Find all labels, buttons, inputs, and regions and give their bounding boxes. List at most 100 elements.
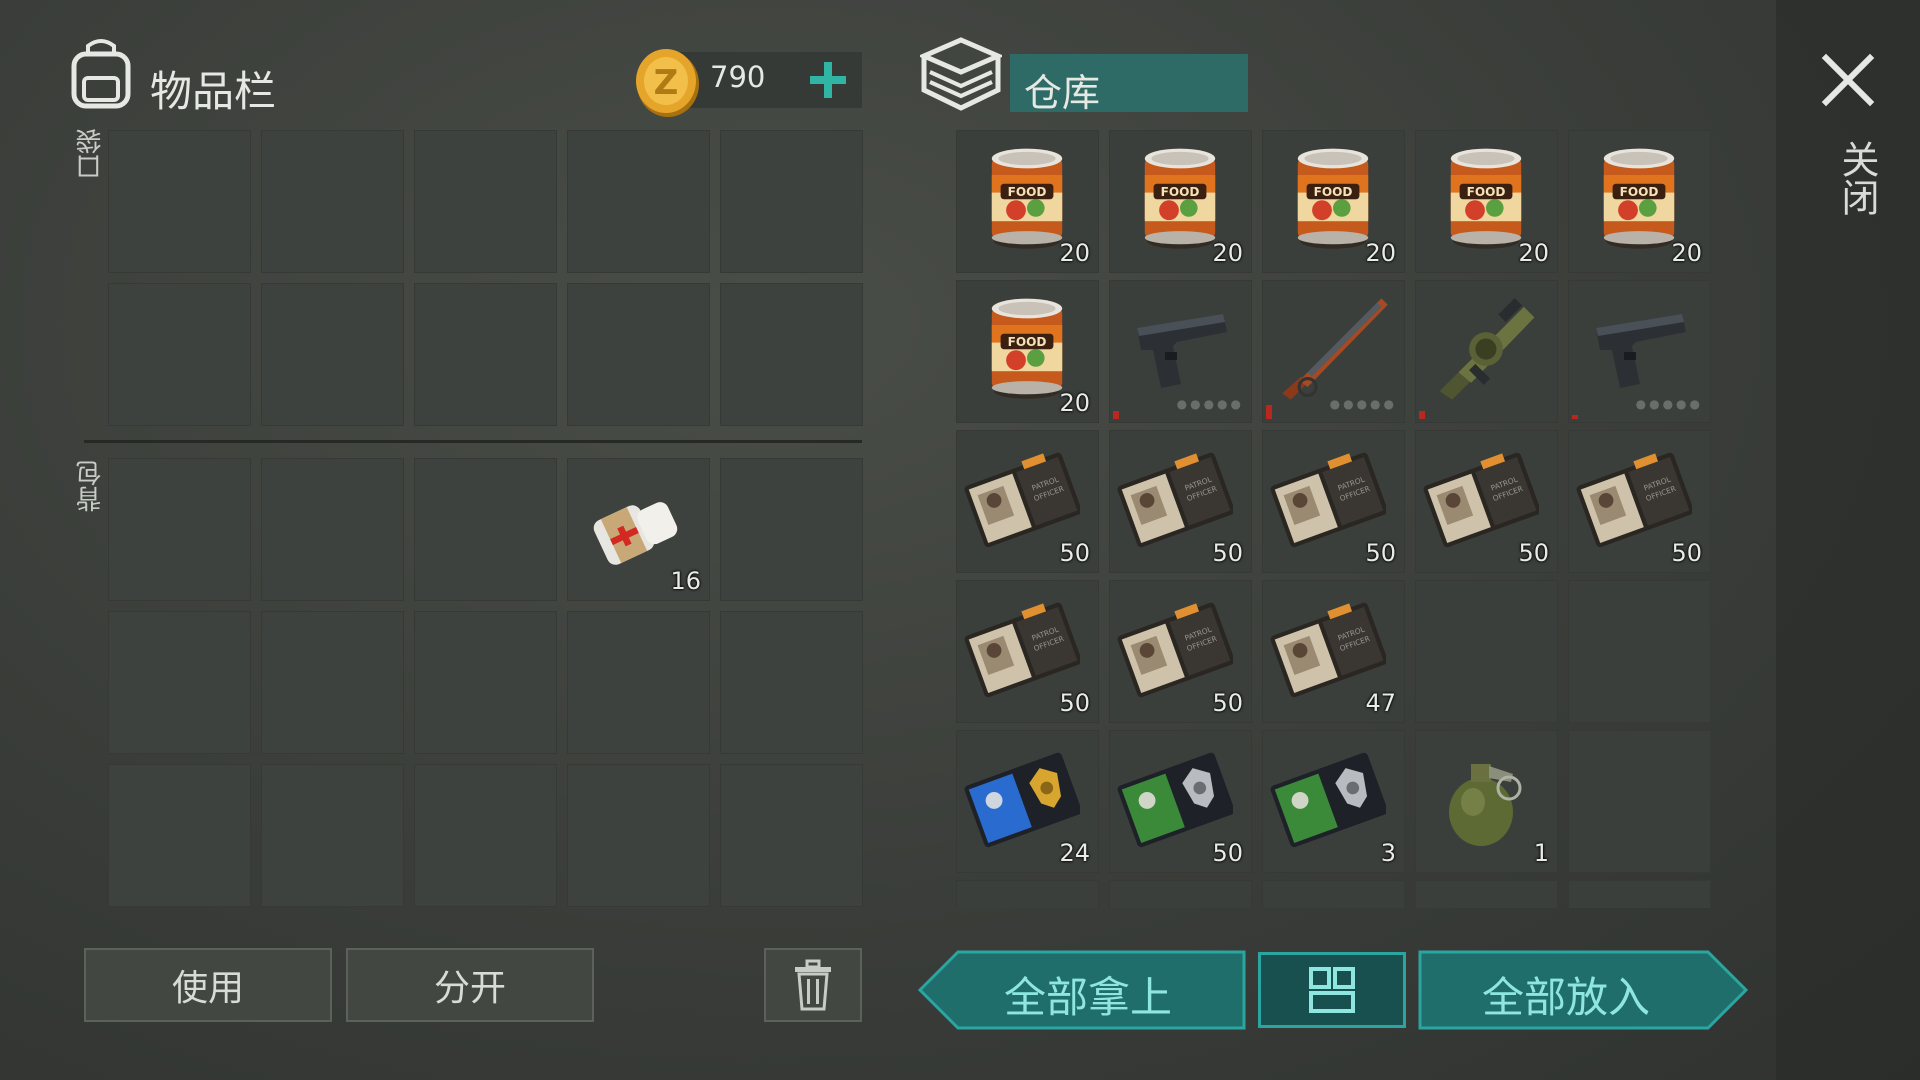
grenade-launcher-icon [1429,290,1545,406]
backpack-slot[interactable] [567,611,710,754]
storage-slot[interactable]: 50 [956,430,1099,573]
storage-slot[interactable]: 20 [956,130,1099,273]
patrol-officer-id-icon [1576,444,1692,550]
close-label[interactable]: 关闭 [1830,140,1885,216]
backpack-slot[interactable] [414,611,557,754]
storage-slot[interactable] [1415,280,1558,423]
canned-food-icon [1135,142,1225,252]
storage-slot[interactable]: 20 [1262,130,1405,273]
patrol-officer-id-icon [964,444,1080,550]
pocket-slot[interactable] [567,130,710,273]
item-quantity: 3 [1380,839,1396,867]
pocket-slot[interactable] [414,283,557,426]
durability-bar [1113,411,1119,419]
storage-slot[interactable]: 50 [1109,430,1252,573]
attachment-dots: ●●●●● [1329,397,1397,411]
storage-slot[interactable]: 20 [1109,130,1252,273]
take-all-label: 全部拿上 [1004,973,1173,1022]
trash-button[interactable] [764,948,862,1022]
storage-slot[interactable]: 47 [1262,580,1405,723]
use-button[interactable]: 使用 [84,948,332,1022]
storage-slot[interactable]: 20 [1568,130,1711,273]
take-all-button[interactable]: 全部拿上 [918,950,1246,1030]
storage-slot[interactable] [1568,730,1711,873]
patrol-officer-id-icon [1423,444,1539,550]
backpack-slot[interactable] [108,611,251,754]
storage-slot[interactable]: ●●●●● [1262,280,1405,423]
canned-food-icon [1594,142,1684,252]
trash-icon [795,959,831,1011]
storage-slot[interactable]: 20 [1415,130,1558,273]
item-quantity: 50 [1059,689,1090,717]
pocket-slot[interactable] [261,130,404,273]
storage-slot[interactable]: 50 [1109,580,1252,723]
backpack-slot[interactable] [720,611,863,754]
backpack-slot[interactable] [414,458,557,601]
pocket-slot[interactable] [261,283,404,426]
durability-bar [1572,415,1578,419]
pocket-slot[interactable] [414,130,557,273]
backpack-slot[interactable] [261,458,404,601]
close-button[interactable] [1818,50,1888,120]
pocket-slot[interactable] [108,283,251,426]
storage-slot[interactable]: 50 [1415,430,1558,573]
split-button[interactable]: 分开 [346,948,594,1022]
item-quantity: 20 [1518,239,1549,267]
item-quantity: 20 [1671,239,1702,267]
item-quantity: 20 [1059,239,1090,267]
storage-slot[interactable] [956,880,1099,908]
backpack-slot[interactable] [414,764,557,907]
backpack-slot[interactable] [720,458,863,601]
backpack-slot-bandage[interactable]: 16 [567,458,710,601]
storage-slot[interactable] [1415,580,1558,723]
storage-slot[interactable] [1109,880,1252,908]
storage-slot[interactable]: 24 [956,730,1099,873]
pocket-slot[interactable] [108,130,251,273]
storage-slot[interactable]: ●●●●● [1568,280,1711,423]
storage-slot[interactable]: 3 [1262,730,1405,873]
item-quantity: 20 [1059,389,1090,417]
attachment-dots: ●●●●● [1176,397,1244,411]
backpack-slot[interactable] [108,458,251,601]
put-all-label: 全部放入 [1482,973,1651,1022]
item-quantity: 50 [1212,839,1243,867]
blue-badge-id-icon [964,744,1080,850]
patrol-officer-id-icon [964,594,1080,700]
storage-slot[interactable]: 50 [1568,430,1711,573]
pocket-slot[interactable] [567,283,710,426]
storage-slot[interactable]: ●●●●● [1109,280,1252,423]
storage-slot[interactable]: 20 [956,280,1099,423]
storage-slot[interactable] [1568,580,1711,723]
storage-title: 仓库 [1024,71,1101,115]
storage-slot[interactable]: 1 [1415,730,1558,873]
plus-icon [810,62,846,98]
storage-slot[interactable]: 50 [1262,430,1405,573]
pocket-slot[interactable] [720,130,863,273]
canned-food-icon [982,142,1072,252]
backpack-slot[interactable] [261,764,404,907]
storage-slot[interactable] [1415,880,1558,908]
item-quantity: 20 [1365,239,1396,267]
item-quantity: 50 [1212,539,1243,567]
storage-slot[interactable]: 50 [1109,730,1252,873]
backpack-label: 背包 [76,460,106,512]
backpack-slot[interactable] [720,764,863,907]
item-quantity: 50 [1671,539,1702,567]
item-quantity: 24 [1059,839,1090,867]
canned-food-icon [982,292,1072,402]
storage-slot[interactable]: 50 [956,580,1099,723]
pistol-icon [1586,298,1696,398]
pocket-label: 口袋 [76,128,106,180]
sort-button[interactable] [1258,952,1406,1028]
backpack-slot[interactable] [108,764,251,907]
storage-slot[interactable] [1568,880,1711,908]
backpack-slot[interactable] [567,764,710,907]
storage-slot[interactable] [1262,880,1405,908]
add-coins-button[interactable] [800,52,856,108]
patrol-officer-id-icon [1117,444,1233,550]
backpack-slot[interactable] [261,611,404,754]
canned-food-icon [1441,142,1531,252]
item-quantity: 50 [1212,689,1243,717]
put-all-button[interactable]: 全部放入 [1418,950,1748,1030]
pocket-slot[interactable] [720,283,863,426]
